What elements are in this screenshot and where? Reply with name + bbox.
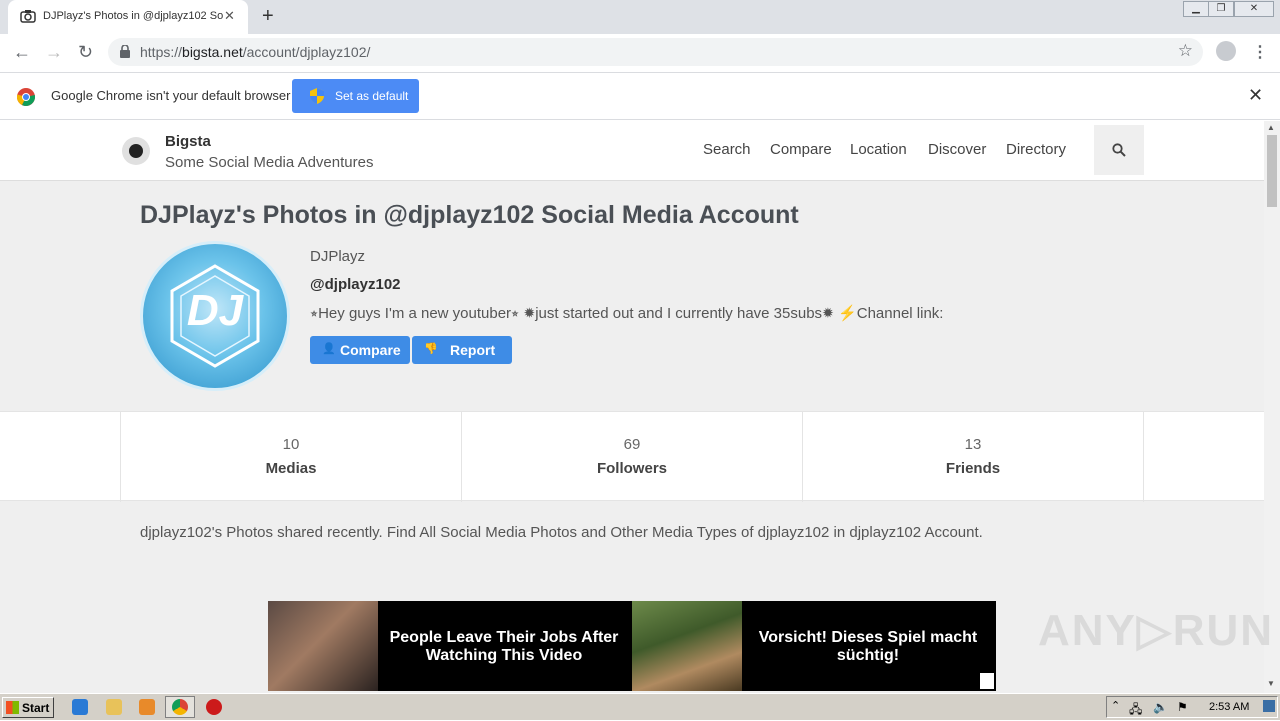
camera-icon <box>20 10 36 23</box>
tab-strip: DJPlayz's Photos in @djplayz102 Soc ✕ + … <box>0 0 1280 34</box>
bookmark-star-icon[interactable]: ☆ <box>1178 41 1193 61</box>
thumbs-down-icon: 👎 <box>424 343 438 355</box>
ad-image-right[interactable] <box>632 601 742 691</box>
shield-icon <box>310 88 324 104</box>
site-logo[interactable] <box>122 137 150 165</box>
address-bar[interactable]: https://bigsta.net/account/djplayz102/ ☆ <box>108 38 1203 66</box>
account-description: djplayz102's Photos shared recently. Fin… <box>140 524 983 541</box>
flag-icon[interactable]: ⚑ <box>1177 700 1188 714</box>
alert-icon[interactable] <box>206 699 222 715</box>
stats-row: 10 Medias 69 Followers 13 Friends <box>0 411 1264 502</box>
explorer-folder-icon[interactable] <box>106 699 122 715</box>
nav-search[interactable]: Search <box>703 141 751 158</box>
forward-icon[interactable]: → <box>45 42 63 63</box>
scroll-up-icon[interactable]: ▲ <box>1267 123 1275 132</box>
close-window-button[interactable]: ✕ <box>1234 1 1274 17</box>
lock-icon <box>120 45 130 58</box>
set-as-default-button[interactable]: Set as default <box>292 79 419 113</box>
ie-icon[interactable] <box>72 699 88 715</box>
nav-discover[interactable]: Discover <box>928 141 986 158</box>
site-header: Bigsta Some Social Media Adventures Sear… <box>0 121 1264 181</box>
profile-avatar: DJ <box>140 241 290 391</box>
site-tagline: Some Social Media Adventures <box>165 154 374 171</box>
windows-taskbar: Start ⌃ 🖧 🔈 ⚑ 2:53 AM <box>0 693 1280 720</box>
tab-title: DJPlayz's Photos in @djplayz102 Soc <box>43 10 223 22</box>
back-icon[interactable]: ← <box>13 42 31 63</box>
browser-toolbar: ← → ↻ https://bigsta.net/account/djplayz… <box>0 34 1280 72</box>
scroll-down-icon[interactable]: ▼ <box>1267 679 1275 688</box>
start-button[interactable]: Start <box>2 697 54 718</box>
profile-name: DJPlayz <box>310 248 366 265</box>
user-icon: 👤 <box>322 343 336 355</box>
new-tab-button[interactable]: + <box>262 5 274 28</box>
profile-handle: @djplayz102 <box>310 276 401 293</box>
show-desktop-icon[interactable] <box>1263 700 1275 712</box>
minimize-button[interactable]: ▁ <box>1183 1 1209 17</box>
ad-banner[interactable]: People Leave Their Jobs After Watching T… <box>268 601 996 691</box>
ad-text-left[interactable]: People Leave Their Jobs After Watching T… <box>386 629 622 665</box>
volume-icon[interactable]: 🔈 <box>1153 700 1168 714</box>
chrome-menu-icon[interactable]: ⋮ <box>1252 42 1268 62</box>
taskbar-chrome-button[interactable] <box>165 696 195 718</box>
anyrun-watermark: ANY▷RUN <box>1038 606 1275 655</box>
restore-button[interactable]: ❐ <box>1208 1 1234 17</box>
scrollbar-thumb[interactable] <box>1267 135 1277 207</box>
system-tray: ⌃ 🖧 🔈 ⚑ 2:53 AM <box>1106 696 1278 718</box>
profile-bio: ⭒Hey guys I'm a new youtuber⭒ ✹just star… <box>310 305 944 322</box>
reload-icon[interactable]: ↻ <box>78 42 93 63</box>
nav-location[interactable]: Location <box>850 141 907 158</box>
windows-logo-icon <box>6 701 19 714</box>
url-text: https://bigsta.net/account/djplayz102/ <box>140 44 371 60</box>
ad-text-right[interactable]: Vorsicht! Dieses Spiel macht süchtig! <box>748 629 988 665</box>
infobar-close-icon[interactable]: ✕ <box>1248 85 1263 106</box>
ad-image-left[interactable] <box>268 601 378 691</box>
infobar-message: Google Chrome isn't your default browser <box>51 88 291 103</box>
stat-friends[interactable]: 13 Friends <box>802 412 1144 502</box>
ad-badge-icon <box>980 673 994 689</box>
tab-close-icon[interactable]: ✕ <box>224 8 235 24</box>
profile-avatar-icon[interactable] <box>1216 41 1236 61</box>
page-title: DJPlayz's Photos in @djplayz102 Social M… <box>140 201 799 229</box>
clock[interactable]: 2:53 AM <box>1209 701 1249 713</box>
browser-tab[interactable]: DJPlayz's Photos in @djplayz102 Soc ✕ <box>8 0 248 34</box>
tray-expand-icon[interactable]: ⌃ <box>1111 699 1120 712</box>
default-browser-infobar: Google Chrome isn't your default browser… <box>0 72 1280 120</box>
report-button[interactable]: 👎 Report <box>412 336 512 364</box>
stat-medias[interactable]: 10 Medias <box>120 412 461 502</box>
site-search-button[interactable] <box>1094 125 1144 175</box>
site-brand[interactable]: Bigsta <box>165 133 211 150</box>
compare-button[interactable]: 👤 Compare <box>310 336 410 364</box>
nav-directory[interactable]: Directory <box>1006 141 1066 158</box>
chrome-logo-icon <box>17 88 35 106</box>
nav-compare[interactable]: Compare <box>770 141 832 158</box>
network-icon[interactable]: 🖧 <box>1129 700 1142 721</box>
stat-followers[interactable]: 69 Followers <box>461 412 802 502</box>
search-icon <box>1112 143 1126 157</box>
media-player-icon[interactable] <box>139 699 155 715</box>
chrome-icon <box>172 699 188 715</box>
